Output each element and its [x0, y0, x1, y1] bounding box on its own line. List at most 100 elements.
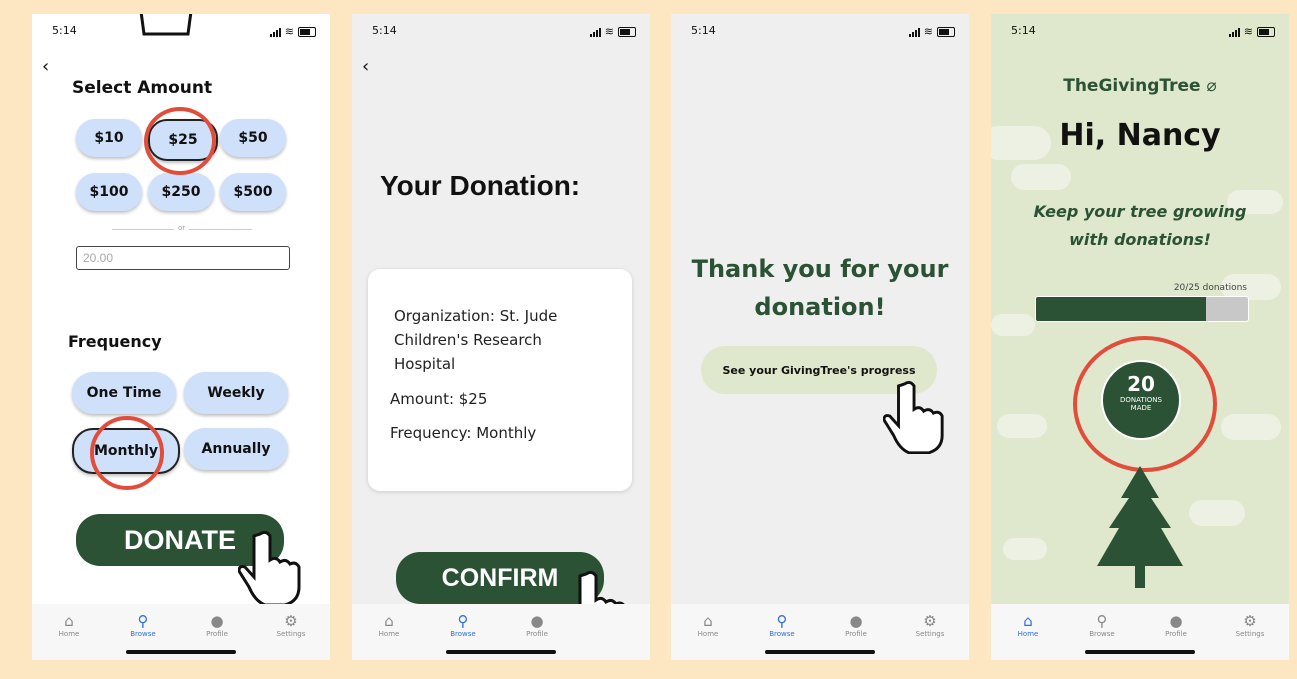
highlight-circle — [90, 416, 164, 490]
amount-100-button[interactable]: $100 — [76, 173, 142, 211]
gear-icon: ⚙ — [284, 612, 298, 630]
amount-50-button[interactable]: $50 — [220, 119, 286, 157]
cloud-decoration — [1011, 164, 1071, 190]
profile-icon: ● — [1169, 612, 1183, 630]
or-divider: or — [112, 224, 252, 234]
select-amount-title: Select Amount — [72, 78, 213, 98]
donation-progress-bar — [1035, 296, 1249, 322]
tab-browse[interactable]: ⚲ Browse — [1072, 612, 1132, 638]
or-label: or — [174, 224, 190, 232]
progress-fill — [1036, 297, 1206, 321]
pointing-hand-icon — [883, 381, 944, 454]
cloud-decoration — [1003, 538, 1047, 560]
tab-profile[interactable]: ● Profile — [187, 612, 247, 638]
home-icon: ⌂ — [384, 612, 394, 630]
frequency-text: Frequency: Monthly — [390, 424, 537, 442]
brand-name: TheGivingTree — [1063, 76, 1201, 96]
home-icon: ⌂ — [64, 612, 74, 630]
tab-browse[interactable]: ⚲ Browse — [113, 612, 173, 638]
cloud-decoration — [991, 314, 1035, 336]
search-icon: ⚲ — [776, 612, 788, 630]
status-bar: 5:14 ≋ — [352, 24, 650, 40]
your-donation-title: Your Donation: — [380, 170, 581, 201]
frequency-title: Frequency — [68, 332, 162, 351]
wifi-icon: ≋ — [604, 25, 614, 38]
pointing-hand-icon — [238, 530, 301, 606]
leaf-icon: ⌀ — [1206, 76, 1217, 96]
frequency-annually-button[interactable]: Annually — [184, 428, 288, 470]
tab-bar: ⌂ Home ⚲ Browse ● Profile ⚙ Settings — [32, 604, 330, 660]
status-bar: 5:14 ≋ — [991, 24, 1289, 40]
thank-you-title: Thank you for your donation! — [691, 255, 949, 321]
amount-250-button[interactable]: $250 — [148, 173, 214, 211]
frequency-one-time-button[interactable]: One Time — [72, 372, 176, 414]
tagline: Keep your tree growing with donations! — [1033, 202, 1247, 249]
wifi-icon: ≋ — [923, 25, 933, 38]
battery-icon — [298, 26, 316, 37]
progress-label: 20/25 donations — [1173, 283, 1247, 293]
amount-10-button[interactable]: $10 — [76, 119, 142, 157]
tab-browse[interactable]: ⚲ Browse — [433, 612, 493, 638]
wifi-icon: ≋ — [284, 25, 294, 38]
tree-illustration — [1097, 466, 1183, 588]
signal-icon — [269, 27, 281, 37]
phone-your-donation: 5:14 ≋ ‹ Your Donation: Organization: St… — [352, 14, 650, 660]
phone-thank-you: 5:14 ≋ Thank you for your donation! See … — [671, 14, 969, 660]
phone-giving-tree-home: 5:14 ≋ TheGivingTree ⌀ Hi, Nancy Keep yo… — [991, 14, 1289, 660]
frequency-weekly-button[interactable]: Weekly — [184, 372, 288, 414]
tab-home[interactable]: ⌂ Home — [359, 612, 419, 638]
tab-bar: ⌂ Home ⚲ Browse ● Profile ⚙ Settings — [991, 604, 1289, 660]
status-time: 5:14 — [372, 24, 397, 37]
tab-settings[interactable]: ⚙ Settings — [1220, 612, 1280, 638]
tab-browse[interactable]: ⚲ Browse — [752, 612, 812, 638]
gear-icon: ⚙ — [923, 612, 937, 630]
greeting: Hi, Nancy — [1059, 118, 1221, 153]
highlight-circle — [1073, 336, 1217, 472]
home-indicator — [1085, 650, 1195, 654]
status-time: 5:14 — [1011, 24, 1036, 37]
highlight-circle — [144, 107, 216, 175]
signal-icon — [908, 27, 920, 37]
profile-icon: ● — [849, 612, 863, 630]
battery-icon — [1257, 26, 1275, 37]
organization-line-1: Organization: St. Jude — [394, 307, 558, 325]
brand-logo: TheGivingTree ⌀ — [991, 76, 1289, 96]
tab-profile[interactable]: ● Profile — [507, 612, 567, 638]
profile-icon: ● — [530, 612, 544, 630]
back-button[interactable]: ‹ — [42, 56, 49, 77]
cloud-decoration — [1221, 414, 1281, 440]
home-indicator — [446, 650, 556, 654]
amount-text: Amount: $25 — [390, 390, 488, 408]
home-icon: ⌂ — [703, 612, 713, 630]
wifi-icon: ≋ — [1243, 25, 1253, 38]
search-icon: ⚲ — [457, 612, 469, 630]
home-indicator — [765, 650, 875, 654]
tab-profile[interactable]: ● Profile — [826, 612, 886, 638]
organization-line-3: Hospital — [394, 355, 456, 373]
tab-profile[interactable]: ● Profile — [1146, 612, 1206, 638]
organization-line-2: Children's Research — [394, 331, 542, 349]
status-time: 5:14 — [691, 24, 716, 37]
tab-settings[interactable]: ⚙ Settings — [900, 612, 960, 638]
pointing-hand-icon — [139, 14, 193, 36]
amount-500-button[interactable]: $500 — [220, 173, 286, 211]
tab-home[interactable]: ⌂ Home — [998, 612, 1058, 638]
search-icon: ⚲ — [1096, 612, 1108, 630]
phone-select-amount: 5:14 ≋ ‹ Select Amount $10 $25 $50 $100 … — [32, 14, 330, 660]
tab-settings[interactable]: ⚙ Settings — [261, 612, 321, 638]
cloud-decoration — [997, 414, 1047, 438]
cloud-decoration — [1189, 500, 1245, 526]
gear-icon: ⚙ — [1243, 612, 1257, 630]
tab-bar: ⌂ Home ⚲ Browse ● Profile — [352, 604, 650, 660]
profile-icon: ● — [210, 612, 224, 630]
tab-home[interactable]: ⌂ Home — [678, 612, 738, 638]
status-bar: 5:14 ≋ — [671, 24, 969, 40]
back-button[interactable]: ‹ — [362, 56, 369, 77]
tab-home[interactable]: ⌂ Home — [39, 612, 99, 638]
home-indicator — [126, 650, 236, 654]
search-icon: ⚲ — [137, 612, 149, 630]
tab-bar: ⌂ Home ⚲ Browse ● Profile ⚙ Settings — [671, 604, 969, 660]
status-time: 5:14 — [52, 24, 77, 37]
custom-amount-input[interactable] — [76, 246, 290, 270]
battery-icon — [618, 26, 636, 37]
